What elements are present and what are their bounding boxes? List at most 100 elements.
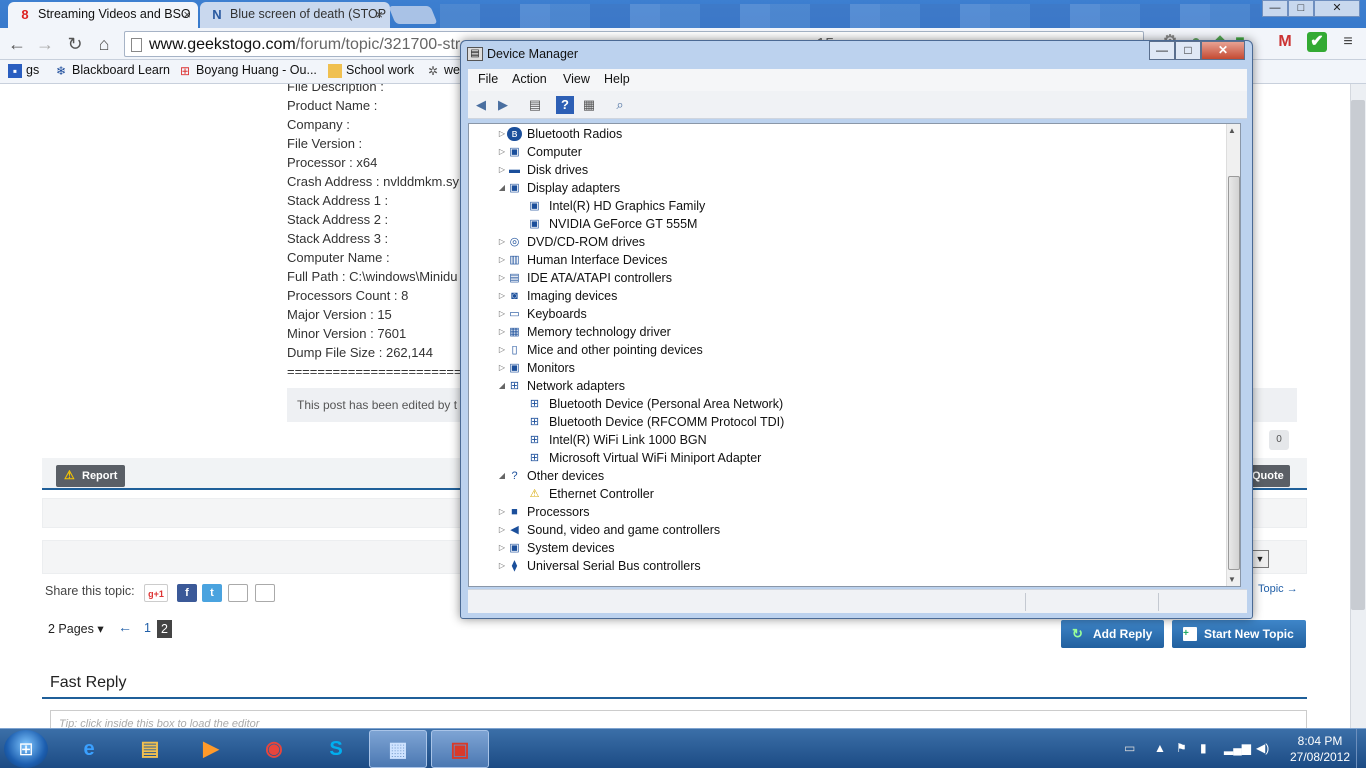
device-category[interactable]: ▷ ◀ Sound, video and game controllers xyxy=(497,521,1197,539)
device-item[interactable]: ⊞ Intel(R) WiFi Link 1000 BGN xyxy=(519,431,1219,449)
device-category[interactable]: ▷ ◙ Imaging devices xyxy=(497,287,1197,305)
checker-icon[interactable]: ✔ xyxy=(1307,32,1327,52)
expand-triangle-icon[interactable]: ▷ xyxy=(497,125,507,143)
moderation-dropdown[interactable]: ▼ xyxy=(1251,550,1269,568)
device-category[interactable]: ▷ ◎ DVD/CD-ROM drives xyxy=(497,233,1197,251)
device-category[interactable]: ▷ ▭ Keyboards xyxy=(497,305,1197,323)
expand-triangle-icon[interactable]: ▷ xyxy=(497,359,507,377)
new-tab-button[interactable] xyxy=(388,6,438,24)
bookmark-blackboard[interactable]: ❄ Blackboard Learn xyxy=(54,63,170,78)
prev-page-link[interactable]: ← xyxy=(118,619,132,635)
back-arrow-icon[interactable]: ◀ xyxy=(472,96,490,114)
device-category[interactable]: ▷ ▦ Memory technology driver xyxy=(497,323,1197,341)
tab-blue-screen[interactable]: N Blue screen of death (STOP × xyxy=(200,2,390,28)
report-button[interactable]: ⚠ Report xyxy=(56,465,126,487)
forward-arrow-icon[interactable]: ▶ xyxy=(494,96,512,114)
device-category[interactable]: ▷ ʙ Bluetooth Radios xyxy=(497,125,1197,143)
facebook-icon[interactable]: f xyxy=(177,584,197,602)
forward-button[interactable]: → xyxy=(34,33,56,55)
expand-triangle-icon[interactable]: ▷ xyxy=(497,251,507,269)
tab-streaming-videos[interactable]: 8 Streaming Videos and BSO × xyxy=(8,2,198,28)
expand-triangle-icon[interactable]: ▷ xyxy=(497,323,507,341)
device-manager-toolbox-icon[interactable]: ▣ xyxy=(431,730,489,768)
google-plus-icon[interactable]: g+1 xyxy=(144,584,168,602)
chrome-icon[interactable]: ◉ xyxy=(245,730,303,768)
tree-scrollbar-thumb[interactable] xyxy=(1228,176,1240,570)
device-category[interactable]: ▷ ▣ Monitors xyxy=(497,359,1197,377)
tab-close-icon[interactable]: × xyxy=(375,7,383,22)
bookmark-we[interactable]: ✲ we xyxy=(426,63,460,78)
browser-maximize-button[interactable]: □ xyxy=(1288,0,1314,17)
device-category[interactable]: ▷ ▤ IDE ATA/ATAPI controllers xyxy=(497,269,1197,287)
back-button[interactable]: ← xyxy=(6,33,28,55)
expand-triangle-icon[interactable]: ▷ xyxy=(497,341,507,359)
device-category[interactable]: ▷ ▣ Computer xyxy=(497,143,1197,161)
clock-date[interactable]: 27/08/2012 xyxy=(1280,750,1360,764)
device-category[interactable]: ▷ ▣ System devices xyxy=(497,539,1197,557)
page-scrollbar-thumb[interactable] xyxy=(1351,100,1365,610)
keyboard-icon[interactable]: ▭ xyxy=(1124,741,1135,755)
bookmark-school-work[interactable]: School work xyxy=(328,63,414,78)
bookmark-gs[interactable]: ▪ gs xyxy=(8,63,39,78)
menu-action[interactable]: Action xyxy=(512,72,547,86)
clock-time[interactable]: 8:04 PM xyxy=(1290,734,1350,748)
print-icon[interactable]: print xyxy=(228,584,248,602)
device-category[interactable]: ▷ ⧫ Universal Serial Bus controllers xyxy=(497,557,1197,575)
menu-help[interactable]: Help xyxy=(604,72,630,86)
collapse-triangle-icon[interactable]: ◢ xyxy=(497,377,507,395)
chrome-menu-icon[interactable]: ≡ xyxy=(1338,32,1358,52)
bookmark-boyang[interactable]: ⊞ Boyang Huang - Ou... xyxy=(178,63,317,78)
expand-triangle-icon[interactable]: ▷ xyxy=(497,143,507,161)
device-item[interactable]: ▣ NVIDIA GeForce GT 555M xyxy=(519,215,1219,233)
twitter-icon[interactable]: t xyxy=(202,584,222,602)
volume-icon[interactable]: ◀) xyxy=(1256,741,1269,755)
show-desktop-button[interactable] xyxy=(1356,729,1366,768)
expand-triangle-icon[interactable]: ▷ xyxy=(497,269,507,287)
expand-triangle-icon[interactable]: ▷ xyxy=(497,287,507,305)
power-icon[interactable]: ▮ xyxy=(1200,741,1207,755)
page-1-link[interactable]: 1 xyxy=(144,621,151,635)
device-item[interactable]: ⊞ Bluetooth Device (Personal Area Network… xyxy=(519,395,1219,413)
reload-button[interactable]: ↻ xyxy=(64,33,86,55)
expand-triangle-icon[interactable]: ▷ xyxy=(497,557,507,575)
skype-icon[interactable]: S xyxy=(307,730,365,768)
media-player-icon[interactable]: ▶ xyxy=(182,730,240,768)
expand-triangle-icon[interactable]: ▷ xyxy=(497,503,507,521)
gmail-icon[interactable]: M xyxy=(1275,32,1295,52)
control-panel-icon[interactable]: ▦ xyxy=(369,730,427,768)
wifi-signal-icon[interactable]: ▂▄▆ xyxy=(1224,741,1251,755)
expand-triangle-icon[interactable]: ▷ xyxy=(497,161,507,179)
scroll-down-icon[interactable]: ▼ xyxy=(1228,575,1236,584)
menu-file[interactable]: File xyxy=(478,72,498,86)
device-item[interactable]: ⚠ Ethernet Controller xyxy=(519,485,1219,503)
action-center-flag-icon[interactable]: ⚑ xyxy=(1176,741,1187,755)
browser-minimize-button[interactable]: — xyxy=(1262,0,1288,17)
properties-icon[interactable]: ▦ xyxy=(580,96,598,114)
pages-dropdown[interactable]: 2 Pages ▾ xyxy=(48,621,104,636)
scroll-up-icon[interactable]: ▲ xyxy=(1228,126,1236,135)
expand-triangle-icon[interactable]: ▷ xyxy=(497,539,507,557)
device-item[interactable]: ⊞ Microsoft Virtual WiFi Miniport Adapter xyxy=(519,449,1219,467)
dm-minimize-button[interactable]: — xyxy=(1149,41,1175,60)
show-hidden-icons[interactable]: ▲ xyxy=(1154,741,1166,755)
start-button-windows-icon[interactable]: ⊞ xyxy=(4,730,48,768)
show-hide-console-tree-icon[interactable]: ▤ xyxy=(526,96,544,114)
browser-close-button[interactable]: ✕ xyxy=(1314,0,1360,17)
internet-explorer-icon[interactable]: e xyxy=(60,730,118,768)
device-category[interactable]: ▷ ▥ Human Interface Devices xyxy=(497,251,1197,269)
device-item[interactable]: ⊞ Bluetooth Device (RFCOMM Protocol TDI) xyxy=(519,413,1219,431)
tab-close-icon[interactable]: × xyxy=(183,7,191,22)
next-topic-link[interactable]: Topic → xyxy=(1258,583,1298,595)
home-button[interactable]: ⌂ xyxy=(93,33,115,55)
file-explorer-icon[interactable]: ▤ xyxy=(121,730,179,768)
collapse-triangle-icon[interactable]: ◢ xyxy=(497,179,507,197)
dm-maximize-button[interactable]: □ xyxy=(1175,41,1201,60)
quote-button[interactable]: Quote xyxy=(1248,465,1290,487)
device-item[interactable]: ▣ Intel(R) HD Graphics Family xyxy=(519,197,1219,215)
menu-view[interactable]: View xyxy=(563,72,590,86)
device-category[interactable]: ▷ ■ Processors xyxy=(497,503,1197,521)
help-icon[interactable]: ? xyxy=(556,96,574,114)
collapse-triangle-icon[interactable]: ◢ xyxy=(497,467,507,485)
dm-close-button[interactable]: ✕ xyxy=(1201,41,1245,60)
device-category[interactable]: ▷ ▯ Mice and other pointing devices xyxy=(497,341,1197,359)
